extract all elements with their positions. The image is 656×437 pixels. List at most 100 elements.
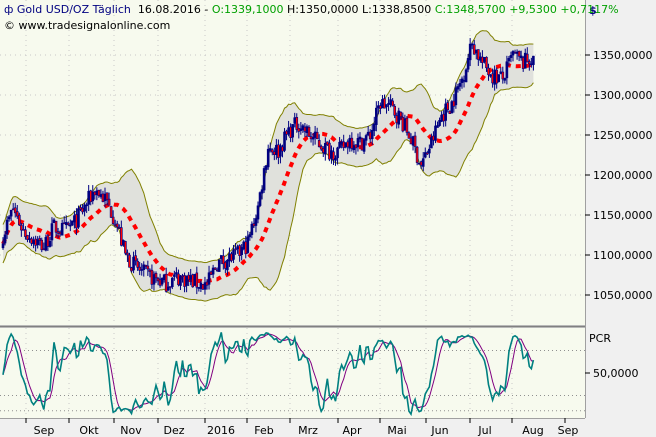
candle-body (13, 207, 17, 214)
candle-body (230, 253, 233, 261)
candle-body (336, 147, 339, 159)
candle-body (258, 192, 262, 206)
candle-body (99, 194, 103, 197)
candle-body (152, 274, 156, 285)
candle-body (69, 224, 72, 227)
candle-body (466, 58, 470, 70)
candle-body (360, 137, 364, 151)
candle-body (428, 148, 431, 154)
candle-body (120, 227, 123, 246)
candle-body (1, 243, 5, 249)
candle-body (148, 269, 152, 272)
candle-body (266, 148, 270, 168)
candle-body (468, 43, 472, 61)
candle-body (426, 152, 429, 155)
candle-body (34, 238, 37, 246)
candle-body (303, 126, 307, 132)
candle-body (507, 58, 511, 62)
candle-body (191, 274, 195, 288)
candle (193, 273, 197, 286)
candle-body (32, 240, 35, 245)
candle-body (338, 141, 341, 148)
candle-body (175, 272, 178, 275)
candle-body (195, 272, 199, 288)
candle-body (62, 222, 66, 225)
chart-title[interactable]: Gold USD/OZ Täglich (17, 3, 131, 16)
candle-body (248, 234, 252, 238)
candle-body (519, 55, 523, 59)
candle-body (315, 131, 319, 140)
candle-body (73, 215, 76, 223)
candle-body (452, 100, 456, 107)
candle (258, 191, 262, 208)
candle-body (83, 204, 86, 212)
candle-body (154, 272, 158, 279)
quote-high: H:1350,0000 (287, 3, 359, 16)
candle (77, 205, 80, 229)
candle-body (432, 135, 435, 141)
candle-body (97, 189, 101, 196)
candle-body (142, 264, 146, 270)
candle-body (434, 125, 437, 141)
candle-body (128, 254, 131, 268)
candle-body (368, 131, 372, 140)
candle-body (305, 126, 309, 134)
x-tick-label: Dez (163, 424, 184, 437)
candle-body (91, 191, 95, 202)
x-tick-label: Mai (387, 424, 406, 437)
candle-body (313, 131, 317, 138)
candle-body (158, 279, 162, 286)
candle-body (166, 286, 170, 291)
candle-body (362, 139, 366, 152)
candle-body (391, 100, 394, 107)
candle-body (417, 162, 421, 165)
candle-body (168, 286, 172, 288)
candle-body (483, 57, 486, 62)
candle-body (54, 220, 58, 233)
candle-body (317, 139, 321, 148)
candle-body (79, 207, 82, 210)
price-chart: Sep Okt Nov Dez 2016 Feb Mrz Apr Mai Jun Jul Aug Sep… (0, 0, 656, 437)
candle-body (399, 111, 403, 117)
candle-body (77, 208, 80, 228)
candle-body (364, 135, 368, 141)
candle-body (48, 240, 52, 247)
quote-date: 16.08.2016 (137, 3, 201, 16)
candle-body (275, 144, 278, 156)
candle-body (411, 136, 415, 146)
candle-body (46, 235, 50, 247)
candle-body (448, 110, 452, 114)
y-tick-label: 1200,0000 (593, 169, 653, 182)
candle-body (81, 207, 84, 213)
candle-body (250, 223, 254, 235)
candle-body (505, 61, 509, 79)
candle-body (511, 51, 515, 56)
candle-body (11, 208, 15, 211)
candle-body (499, 71, 503, 74)
copyright: © www.tradesignalonline.com (4, 19, 171, 32)
candle-body (126, 252, 129, 256)
candle-body (311, 137, 315, 140)
candle-body (95, 190, 99, 196)
candle-body (273, 151, 276, 155)
candle-body (342, 141, 345, 148)
pcr-panel (0, 328, 585, 418)
candle (201, 284, 205, 290)
bar-chart-icon: ф (4, 3, 14, 16)
y-tick-label: 1300,0000 (593, 89, 653, 102)
candle-body (122, 240, 125, 246)
y-tick-label: 1250,0000 (593, 129, 653, 142)
candle-body (270, 149, 274, 153)
candle-body (109, 206, 113, 218)
x-tick-label: 2016 (207, 424, 235, 437)
candle-body (295, 117, 299, 130)
candle-body (528, 61, 531, 65)
candle-body (26, 234, 29, 240)
candle-body (395, 115, 399, 124)
candle-body (513, 52, 517, 54)
candle-body (222, 255, 225, 265)
candle-body (187, 274, 190, 281)
candle-body (348, 137, 352, 149)
candle-body (283, 131, 286, 151)
chart-header: ф Gold USD/OZ Täglich 16.08.2016 - O:133… (4, 3, 619, 16)
